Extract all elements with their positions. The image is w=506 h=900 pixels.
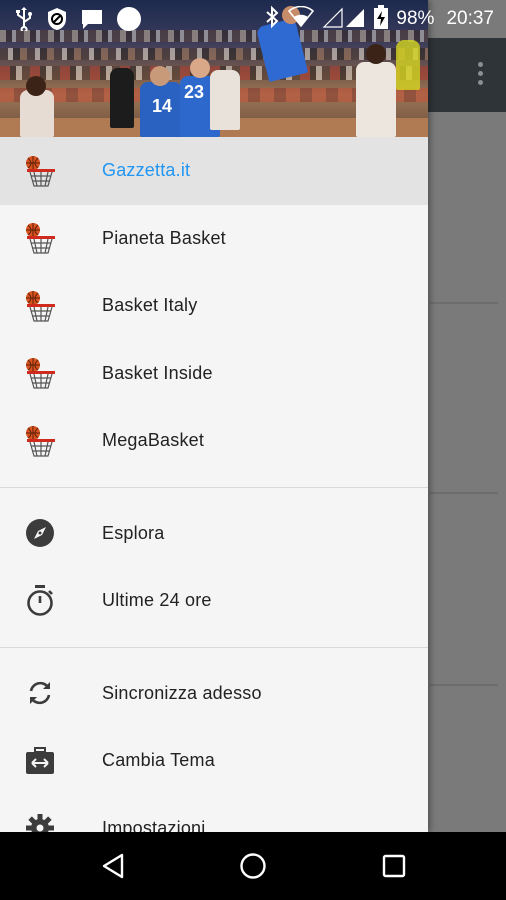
card-divider bbox=[430, 492, 498, 494]
basketball-hoop-icon bbox=[22, 220, 58, 256]
card-divider bbox=[430, 684, 498, 686]
drawer-item-label: MegaBasket bbox=[102, 430, 205, 451]
sync-icon bbox=[22, 675, 58, 711]
drawer-item-label: Cambia Tema bbox=[102, 750, 215, 771]
battery-percent: 98% bbox=[396, 8, 435, 29]
gear-icon bbox=[22, 810, 58, 832]
blocked-icon bbox=[46, 7, 68, 36]
menu-divider bbox=[0, 486, 428, 488]
circle-icon bbox=[116, 6, 142, 37]
drawer-item-label: Ultime 24 ore bbox=[102, 590, 212, 611]
drawer-item-ultime-24-ore[interactable]: Ultime 24 ore bbox=[0, 567, 428, 635]
compass-icon bbox=[22, 515, 58, 551]
drawer-item-label: Basket Inside bbox=[102, 362, 213, 383]
basketball-hoop-icon bbox=[22, 288, 58, 324]
drawer-item-label: Sincronizza adesso bbox=[102, 682, 262, 703]
drawer-item-label: Gazzetta.it bbox=[102, 160, 191, 181]
basketball-hoop-icon bbox=[22, 153, 58, 189]
jersey-number: 14 bbox=[152, 96, 173, 116]
battery-charging-icon bbox=[374, 4, 389, 34]
navigation-drawer: 14 23 Gazzetta.it Pianeta Basket Basket … bbox=[0, 0, 428, 832]
drawer-item-label: Pianeta Basket bbox=[102, 227, 226, 248]
drawer-item-label: Basket Italy bbox=[102, 295, 198, 316]
basketball-hoop-icon bbox=[22, 423, 58, 459]
home-icon[interactable] bbox=[236, 849, 270, 883]
card-divider bbox=[430, 302, 498, 304]
drawer-menu: Gazzetta.it Pianeta Basket Basket Italy … bbox=[0, 137, 428, 832]
recents-icon[interactable] bbox=[377, 849, 411, 883]
basketball-hoop-icon bbox=[22, 355, 58, 391]
drawer-item-basket-italy[interactable]: Basket Italy bbox=[0, 272, 428, 340]
overflow-menu-icon[interactable] bbox=[478, 62, 484, 88]
signal-icon bbox=[322, 5, 366, 34]
drawer-item-label: Esplora bbox=[102, 522, 165, 543]
drawer-item-gazzetta[interactable]: Gazzetta.it bbox=[0, 137, 428, 205]
drawer-item-basket-inside[interactable]: Basket Inside bbox=[0, 340, 428, 408]
usb-icon bbox=[14, 7, 34, 36]
bluetooth-icon bbox=[264, 5, 280, 34]
message-icon bbox=[80, 8, 104, 35]
switch-theme-icon bbox=[22, 743, 58, 779]
drawer-item-megabasket[interactable]: MegaBasket bbox=[0, 407, 428, 475]
jersey-number: 23 bbox=[184, 82, 205, 102]
timer-icon bbox=[22, 583, 58, 619]
drawer-item-label: Impostazioni bbox=[102, 817, 206, 832]
menu-divider bbox=[0, 646, 428, 648]
drawer-item-impostazioni[interactable]: Impostazioni bbox=[0, 795, 428, 832]
drawer-item-esplora[interactable]: Esplora bbox=[0, 500, 428, 568]
drawer-item-sincronizza[interactable]: Sincronizza adesso bbox=[0, 660, 428, 728]
drawer-item-cambia-tema[interactable]: Cambia Tema bbox=[0, 727, 428, 795]
wifi-icon bbox=[288, 5, 315, 33]
system-navigation-bar bbox=[0, 832, 506, 900]
drawer-item-pianeta-basket[interactable]: Pianeta Basket bbox=[0, 205, 428, 273]
clock: 20:37 bbox=[446, 8, 494, 29]
status-bar: 98% 20:37 bbox=[0, 0, 506, 38]
back-icon[interactable] bbox=[96, 849, 130, 883]
